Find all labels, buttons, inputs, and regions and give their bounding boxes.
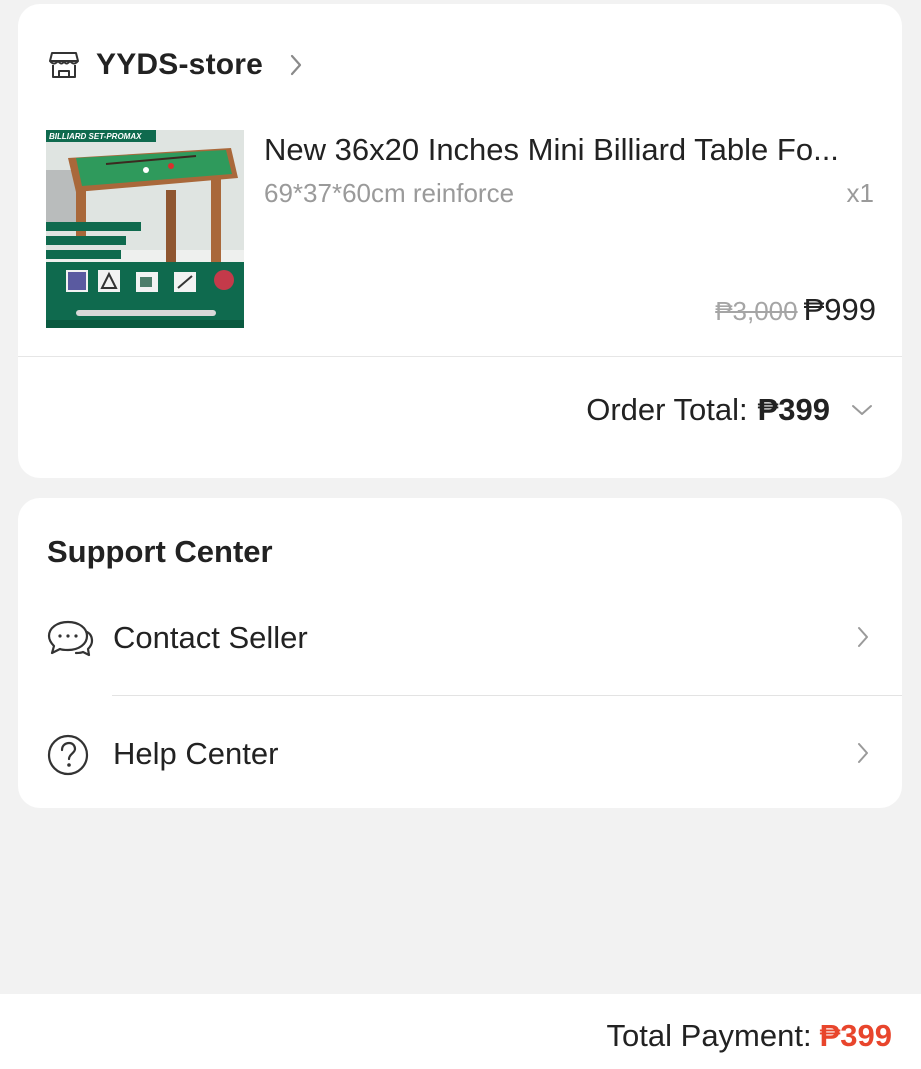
help-center-label: Help Center xyxy=(113,736,279,771)
store-header[interactable]: YYDS-store xyxy=(48,42,303,88)
order-card: YYDS-store BILLIARD SET-PROMAX New 36x20… xyxy=(18,4,902,478)
bottom-bar: Total Payment: ₱399 xyxy=(0,994,921,1069)
chat-bubbles-icon xyxy=(46,618,94,660)
divider xyxy=(112,695,902,696)
total-payment-label: Total Payment: xyxy=(606,1018,812,1053)
order-total-value: ₱399 xyxy=(757,392,830,427)
chevron-right-icon xyxy=(289,53,303,77)
contact-seller-label: Contact Seller xyxy=(113,620,308,655)
order-total[interactable]: Order Total: ₱399 xyxy=(586,392,874,428)
product-title[interactable]: New 36x20 Inches Mini Billiard Table Fo.… xyxy=(264,132,876,168)
total-payment-value: ₱399 xyxy=(819,1018,892,1053)
store-icon xyxy=(48,49,80,81)
product-item[interactable]: BILLIARD SET-PROMAX New 36x20 Inches Min… xyxy=(46,130,876,330)
current-price: ₱999 xyxy=(803,292,876,327)
chevron-down-icon[interactable] xyxy=(850,403,874,417)
chevron-right-icon xyxy=(856,625,870,654)
divider xyxy=(18,356,902,357)
store-name: YYDS-store xyxy=(96,48,264,81)
product-image-banner: BILLIARD SET-PROMAX xyxy=(49,132,142,141)
product-variant: 69*37*60cm reinforce xyxy=(264,178,515,208)
product-thumbnail[interactable]: BILLIARD SET-PROMAX xyxy=(46,130,244,328)
product-quantity: x1 xyxy=(846,178,874,208)
support-center-card: Support Center Contact Seller Help Cente… xyxy=(18,498,902,808)
help-center-row[interactable]: Help Center xyxy=(18,714,902,794)
chevron-right-icon xyxy=(856,741,870,770)
product-prices: ₱3,000 ₱999 xyxy=(715,292,876,328)
question-circle-icon xyxy=(46,734,94,776)
total-payment: Total Payment: ₱399 xyxy=(607,1018,892,1054)
order-total-label: Order Total: xyxy=(586,392,748,427)
contact-seller-row[interactable]: Contact Seller xyxy=(18,598,902,678)
support-center-title: Support Center xyxy=(47,534,273,569)
original-price: ₱3,000 xyxy=(715,296,798,326)
